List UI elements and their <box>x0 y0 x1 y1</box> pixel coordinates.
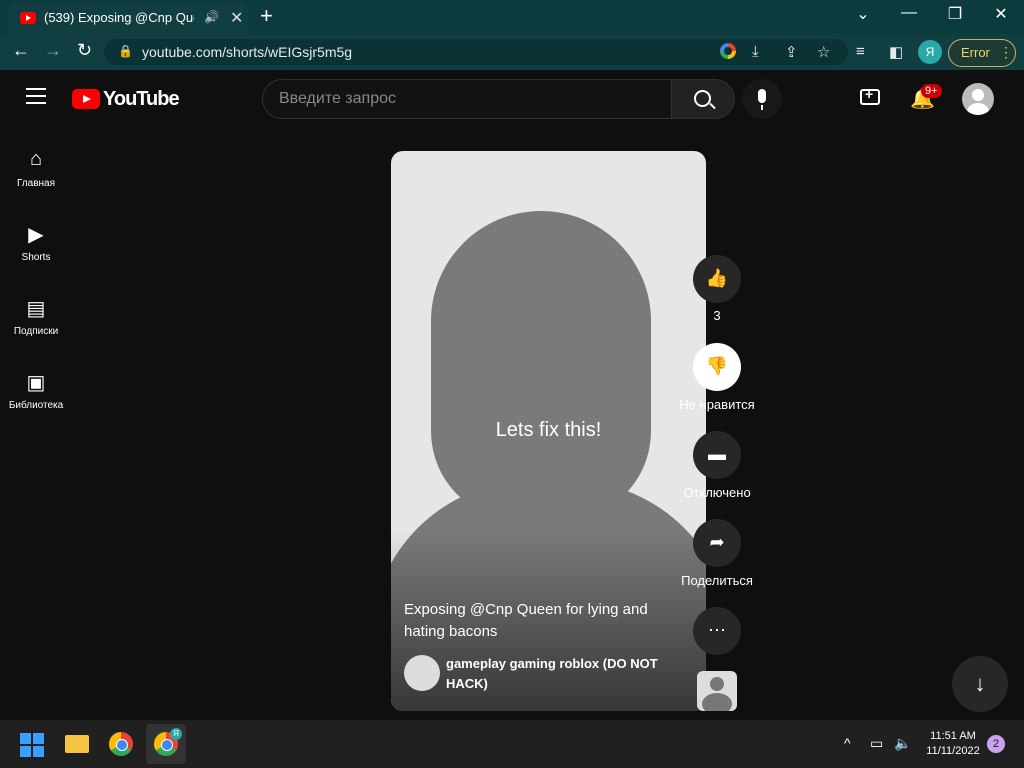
hamburger-menu-icon[interactable] <box>26 88 46 109</box>
address-bar[interactable]: 🔒 youtube.com/shorts/wEIGsjr5m5g <box>104 39 848 65</box>
forward-button[interactable]: → <box>44 40 62 61</box>
taskbar-clock[interactable]: 11:51 AM 11/11/2022 <box>922 729 984 759</box>
home-icon: ⌂ <box>29 148 43 170</box>
sidebar-item-label: Главная <box>16 178 56 189</box>
account-avatar[interactable] <box>962 83 994 115</box>
kebab-menu-icon: ⋮ <box>999 44 1013 60</box>
file-explorer-icon[interactable] <box>65 735 89 753</box>
reload-button[interactable]: ↻ <box>77 40 92 61</box>
clock-time: 11:51 AM <box>930 730 976 742</box>
share-arrow-icon: ➦ <box>709 532 725 552</box>
like-button[interactable]: 👍 <box>693 255 741 303</box>
dislike-button[interactable]: 👎 <box>693 343 741 391</box>
comments-label: Отключено <box>683 485 751 500</box>
comments-button[interactable]: ▬ <box>693 431 741 479</box>
bookmark-star-icon[interactable]: ☆ <box>817 43 830 61</box>
new-tab-button[interactable]: + <box>260 3 273 29</box>
sidebar-item-subscriptions[interactable]: ▤ Подписки <box>0 296 72 337</box>
sidebar-item-label: Библиотека <box>8 400 64 411</box>
create-video-icon[interactable] <box>860 86 880 105</box>
tab-title: (539) Exposing @Cnp Queen <box>44 10 194 25</box>
share-icon[interactable]: ⇪ <box>785 43 798 61</box>
google-icon[interactable] <box>720 43 736 59</box>
side-panel-icon[interactable]: ◧ <box>889 43 903 61</box>
error-label: Error <box>961 45 990 60</box>
close-tab-icon[interactable]: ✕ <box>230 8 243 28</box>
silhouette-image <box>431 211 651 521</box>
tab-search-icon[interactable]: ⌄ <box>848 4 878 24</box>
video-title[interactable]: Exposing @Cnp Queen for lying and hating… <box>404 599 684 643</box>
tray-chevron-up-icon[interactable]: ^ <box>844 735 851 751</box>
url-text: youtube.com/shorts/wEIGsjr5m5g <box>142 44 353 60</box>
notification-badge: 9+ <box>921 84 942 98</box>
thumbs-down-icon: 👎 <box>705 356 729 376</box>
profile-avatar[interactable]: Я <box>918 40 942 64</box>
like-count: 3 <box>713 308 721 323</box>
comment-icon: ▬ <box>708 444 726 464</box>
minimize-button[interactable]: — <box>894 4 924 22</box>
share-button[interactable]: ➦ <box>693 519 741 567</box>
sidebar-item-label: Shorts <box>21 252 51 263</box>
notification-center-badge[interactable]: 2 <box>987 735 1005 753</box>
search-box[interactable] <box>262 79 672 119</box>
more-horizontal-icon: ⋯ <box>708 620 726 640</box>
dislike-label: Не нравится <box>679 397 755 412</box>
media-control-icon[interactable]: ≡ <box>856 43 865 60</box>
sidebar-item-home[interactable]: ⌂ Главная <box>0 148 72 189</box>
voice-search-icon[interactable] <box>742 79 782 119</box>
network-icon[interactable]: ▭ <box>870 735 883 752</box>
speaker-icon[interactable]: 🔊 <box>204 10 219 24</box>
maximize-button[interactable]: ❐ <box>940 4 970 24</box>
next-short-thumbnail[interactable] <box>697 671 737 711</box>
sidebar-item-label: Подписки <box>13 326 59 337</box>
library-icon: ▣ <box>26 372 46 394</box>
error-button[interactable]: Error ⋮ <box>948 39 1016 67</box>
lock-icon[interactable]: 🔒 <box>118 44 133 58</box>
shorts-icon: ▶ <box>28 224 44 246</box>
youtube-logo-icon[interactable] <box>72 89 100 109</box>
back-button[interactable]: ← <box>12 40 30 61</box>
youtube-favicon-icon <box>20 12 36 24</box>
install-icon[interactable]: ⤓ <box>752 43 759 60</box>
clock-date: 11/11/2022 <box>926 745 980 757</box>
thumbs-up-icon: 👍 <box>705 268 729 288</box>
sidebar-item-shorts[interactable]: ▶ Shorts <box>0 222 72 263</box>
browser-tab[interactable]: (539) Exposing @Cnp Queen 🔊 ✕ <box>8 2 248 34</box>
windows-start-icon[interactable] <box>20 733 44 757</box>
close-window-button[interactable]: ✕ <box>986 4 1016 24</box>
share-label: Поделиться <box>681 573 753 588</box>
video-overlay-text: Lets fix this! <box>495 419 602 441</box>
subscriptions-icon: ▤ <box>26 298 46 320</box>
chrome-icon[interactable] <box>109 732 133 756</box>
short-video-player[interactable]: Lets fix this! Exposing @Cnp Queen for l… <box>391 151 706 711</box>
channel-name[interactable]: gameplay gaming roblox (DO NOT HACK) <box>446 654 676 694</box>
youtube-logo-text[interactable]: YouTube <box>103 88 180 111</box>
channel-avatar[interactable] <box>404 655 440 691</box>
next-video-down-arrow-icon[interactable]: ↓ <box>952 656 1008 712</box>
sidebar-item-library[interactable]: ▣ Библиотека <box>0 370 72 411</box>
more-options-button[interactable]: ⋯ <box>693 607 741 655</box>
volume-icon[interactable]: 🔈 <box>894 735 911 752</box>
search-input[interactable] <box>277 89 661 109</box>
search-button[interactable] <box>671 79 735 119</box>
chrome-profile-badge: Я <box>170 728 182 740</box>
